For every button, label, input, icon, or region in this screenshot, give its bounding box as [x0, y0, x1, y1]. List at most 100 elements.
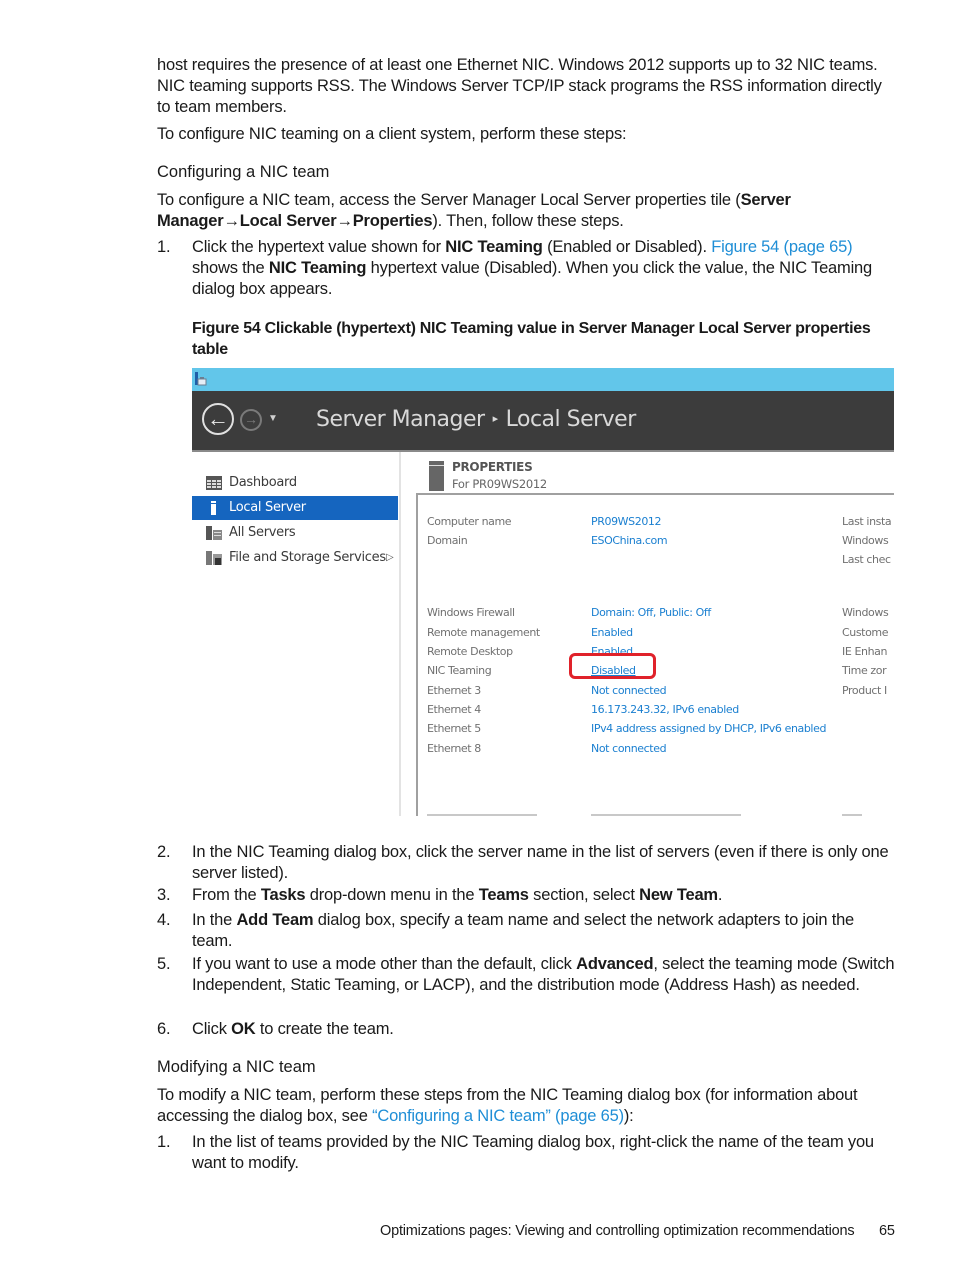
step-2: 2. In the NIC Teaming dialog box, click … — [157, 842, 897, 884]
step-text-part: shows the — [192, 259, 269, 277]
step-text-part: Click — [192, 1020, 232, 1038]
sidebar-item-all-servers[interactable]: All Servers — [192, 521, 398, 545]
step-text-part: (Enabled or Disabled). — [542, 238, 712, 256]
step-text: Click OK to create the team. — [192, 1019, 897, 1040]
property-key: Remote management — [427, 626, 540, 639]
path-arrow: → — [336, 212, 353, 230]
step-text: In the list of teams provided by the NIC… — [192, 1133, 874, 1172]
step-3: 3. From the Tasks drop-down menu in the … — [157, 885, 897, 906]
step-text-part: to create the team. — [255, 1020, 394, 1038]
history-dropdown-icon[interactable]: ▼ — [268, 413, 278, 424]
breadcrumb: Server Manager ▸ Local Server — [316, 405, 636, 438]
sidebar-item-label: File and Storage Services — [229, 550, 386, 565]
configuring-nic-team-link[interactable]: “Configuring a NIC team” (page 65) — [372, 1107, 624, 1125]
properties-title: PROPERTIES — [452, 460, 533, 474]
property-row: Ethernet 8 Not connected — [418, 739, 894, 758]
path-arrow: → — [223, 212, 240, 230]
property-key-right: Last insta — [842, 515, 892, 528]
property-key-right: Custome — [842, 626, 889, 639]
properties-table: Computer name PR09WS2012 Last insta Doma… — [416, 493, 894, 816]
step-bold-term: Tasks — [260, 886, 306, 904]
breadcrumb-separator-icon: ▸ — [492, 412, 499, 425]
step-text-part: From the — [192, 886, 261, 904]
property-key: NIC Teaming — [427, 664, 492, 677]
step-number: 2. — [157, 843, 171, 861]
sidebar-item-local-server[interactable]: Local Server — [192, 496, 398, 520]
forward-arrow-icon[interactable]: → — [240, 409, 262, 431]
step-bold-term: OK — [231, 1020, 256, 1038]
configure-paragraph-suffix: ). Then, follow these steps. — [432, 212, 624, 230]
step-5: 5. If you want to use a mode other than … — [157, 954, 897, 996]
section-heading-modifying: Modifying a NIC team — [157, 1058, 316, 1076]
step-bold-term: Advanced — [576, 955, 654, 973]
step-text: In the Add Team dialog box, specify a te… — [192, 910, 897, 952]
property-value-link[interactable]: Not connected — [591, 681, 667, 700]
step-number: 3. — [157, 886, 171, 904]
menu-path-properties: Properties — [352, 212, 433, 230]
step-text-part: drop-down menu in the — [305, 886, 479, 904]
step-text: In the NIC Teaming dialog box, click the… — [192, 843, 889, 882]
property-key-right: IE Enhan — [842, 645, 888, 658]
figure-caption: Figure 54 Clickable (hypertext) NIC Team… — [192, 320, 871, 358]
step-1: 1. Click the hypertext value shown for N… — [157, 237, 897, 300]
cropped-row — [418, 814, 894, 816]
breadcrumb-root[interactable]: Server Manager — [316, 407, 485, 432]
step-bold-term: Teams — [478, 886, 529, 904]
sidebar-item-dashboard[interactable]: Dashboard — [192, 471, 398, 495]
configure-paragraph-prefix: To configure a NIC team, access the Serv… — [157, 191, 741, 209]
step-number: 6. — [157, 1020, 171, 1038]
property-value-link[interactable]: Not connected — [591, 739, 667, 758]
property-key-right: Windows — [842, 534, 889, 547]
page-footer: Optimizations pages: Viewing and control… — [380, 1221, 895, 1241]
server-manager-screenshot: ← → ▼ Server Manager ▸ Local Server Dashbo… — [192, 368, 894, 816]
step-text: Click the hypertext value shown for NIC … — [192, 237, 897, 300]
property-value-link[interactable]: Domain: Off, Public: Off — [591, 603, 711, 622]
breadcrumb-current: Local Server — [505, 407, 637, 432]
intro-paragraph: host requires the presence of at least o… — [157, 56, 882, 116]
property-row: Remote management Enabled Custome — [418, 623, 894, 642]
property-value-link[interactable]: ESOChina.com — [591, 531, 668, 550]
servers-icon — [206, 526, 222, 540]
step-bold-term: NIC Teaming — [445, 238, 543, 256]
property-key-right: Product I — [842, 684, 887, 697]
property-key-right: Last chec — [842, 553, 891, 566]
sidebar-item-file-storage[interactable]: File and Storage Services ▷ — [192, 546, 398, 570]
properties-tile: PROPERTIES For PR09WS2012 Computer name … — [401, 452, 894, 816]
step-bold-term: Add Team — [236, 911, 314, 929]
property-value-link[interactable]: 16.173.243.32, IPv6 enabled — [591, 700, 739, 719]
back-arrow-icon[interactable]: ← — [202, 403, 234, 435]
property-row: Ethernet 3 Not connected Product I — [418, 681, 894, 700]
step-text: If you want to use a mode other than the… — [192, 954, 897, 996]
sidebar: Dashboard Local Server All Servers File … — [192, 452, 401, 816]
property-key-right: Windows — [842, 606, 889, 619]
step-text: From the Tasks drop-down menu in the Tea… — [192, 885, 897, 906]
property-value-link[interactable]: IPv4 address assigned by DHCP, IPv6 enab… — [591, 719, 826, 738]
step-bold-term: NIC Teaming — [268, 259, 367, 277]
red-highlight-annotation — [569, 653, 656, 679]
step-number: 4. — [157, 911, 171, 929]
intro-lead: To configure NIC teaming on a client sys… — [157, 125, 627, 143]
modify-paragraph: To modify a NIC team, perform these step… — [157, 1085, 897, 1127]
property-key: Remote Desktop — [427, 645, 513, 658]
step-number: 5. — [157, 955, 171, 973]
property-row: Ethernet 4 16.173.243.32, IPv6 enabled — [418, 700, 894, 719]
step-number: 1. — [157, 1133, 171, 1151]
modify-paragraph-suffix: ): — [623, 1107, 634, 1125]
step-text-part: Click the hypertext value shown for — [192, 238, 446, 256]
property-key: Domain — [427, 534, 468, 547]
property-row: Computer name PR09WS2012 Last insta — [418, 512, 894, 531]
figure-54-link[interactable]: Figure 54 (page 65) — [711, 238, 852, 256]
server-icon — [211, 501, 216, 515]
window-header: ← → ▼ Server Manager ▸ Local Server — [192, 391, 894, 452]
property-value-link[interactable]: Enabled — [591, 623, 633, 642]
expand-arrow-icon[interactable]: ▷ — [386, 546, 394, 570]
sidebar-item-label: All Servers — [229, 525, 296, 540]
properties-subtitle: For PR09WS2012 — [452, 477, 547, 491]
property-value-link[interactable]: PR09WS2012 — [591, 512, 662, 531]
step-6: 6. Click OK to create the team. — [157, 1019, 897, 1040]
modify-step-1: 1. In the list of teams provided by the … — [157, 1132, 897, 1174]
sidebar-item-label: Local Server — [229, 500, 306, 515]
step-4: 4. In the Add Team dialog box, specify a… — [157, 910, 897, 952]
section-heading-configuring: Configuring a NIC team — [157, 163, 330, 181]
property-key: Computer name — [427, 515, 512, 528]
